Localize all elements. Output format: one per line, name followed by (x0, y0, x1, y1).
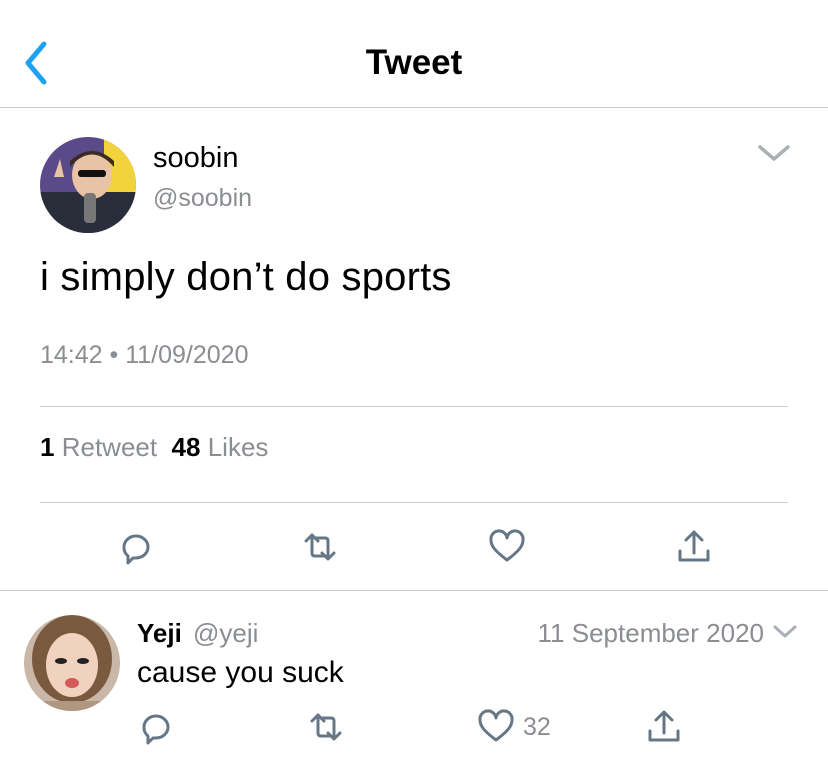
reply-text: cause you suck (137, 656, 344, 689)
share-icon (678, 530, 710, 562)
reply-reply-button[interactable] (136, 707, 176, 747)
retweet-icon (310, 713, 342, 741)
reply-share-button[interactable] (644, 707, 684, 747)
retweet-label: Retweet (61, 432, 158, 462)
page-title: Tweet (365, 43, 463, 82)
divider (40, 406, 788, 407)
reply-display-name[interactable]: Yeji (137, 618, 182, 649)
reply-like-button[interactable] (476, 707, 516, 747)
retweet-icon (304, 533, 336, 561)
share-icon (648, 710, 680, 742)
reply-retweet-button[interactable] (306, 707, 346, 747)
tweet-timestamp: 14:42 • 11/09/2020 (40, 341, 249, 369)
reply-icon (122, 534, 150, 565)
heart-icon (478, 709, 514, 742)
tweet-text: i simply don’t do sports (40, 255, 452, 299)
heart-icon (489, 529, 525, 562)
tweet-menu-button[interactable] (756, 140, 792, 166)
tweet-stats[interactable]: 1 Retweet 48 Likes (40, 432, 268, 463)
like-label: Likes (207, 432, 269, 462)
divider (0, 590, 828, 591)
reply-menu-button[interactable] (771, 621, 799, 643)
reply-button[interactable] (116, 527, 156, 567)
user-handle[interactable]: @soobin (153, 184, 252, 213)
avatar[interactable] (40, 137, 136, 233)
retweet-button[interactable] (300, 527, 340, 567)
reply-handle[interactable]: @yeji (193, 618, 258, 649)
reply-date: 11 September 2020 (537, 618, 764, 648)
retweet-count: 1 (40, 432, 55, 462)
share-button[interactable] (674, 527, 714, 567)
avatar-image (24, 615, 120, 711)
like-button[interactable] (487, 527, 527, 567)
reply-like-count: 32 (523, 713, 551, 741)
chevron-down-icon (758, 145, 790, 161)
reply-icon (142, 714, 170, 745)
display-name[interactable]: soobin (153, 142, 238, 175)
avatar-image (40, 137, 136, 233)
chevron-down-icon (773, 625, 797, 638)
divider (40, 502, 788, 503)
reply-avatar[interactable] (24, 615, 120, 711)
like-count: 48 (171, 432, 201, 462)
